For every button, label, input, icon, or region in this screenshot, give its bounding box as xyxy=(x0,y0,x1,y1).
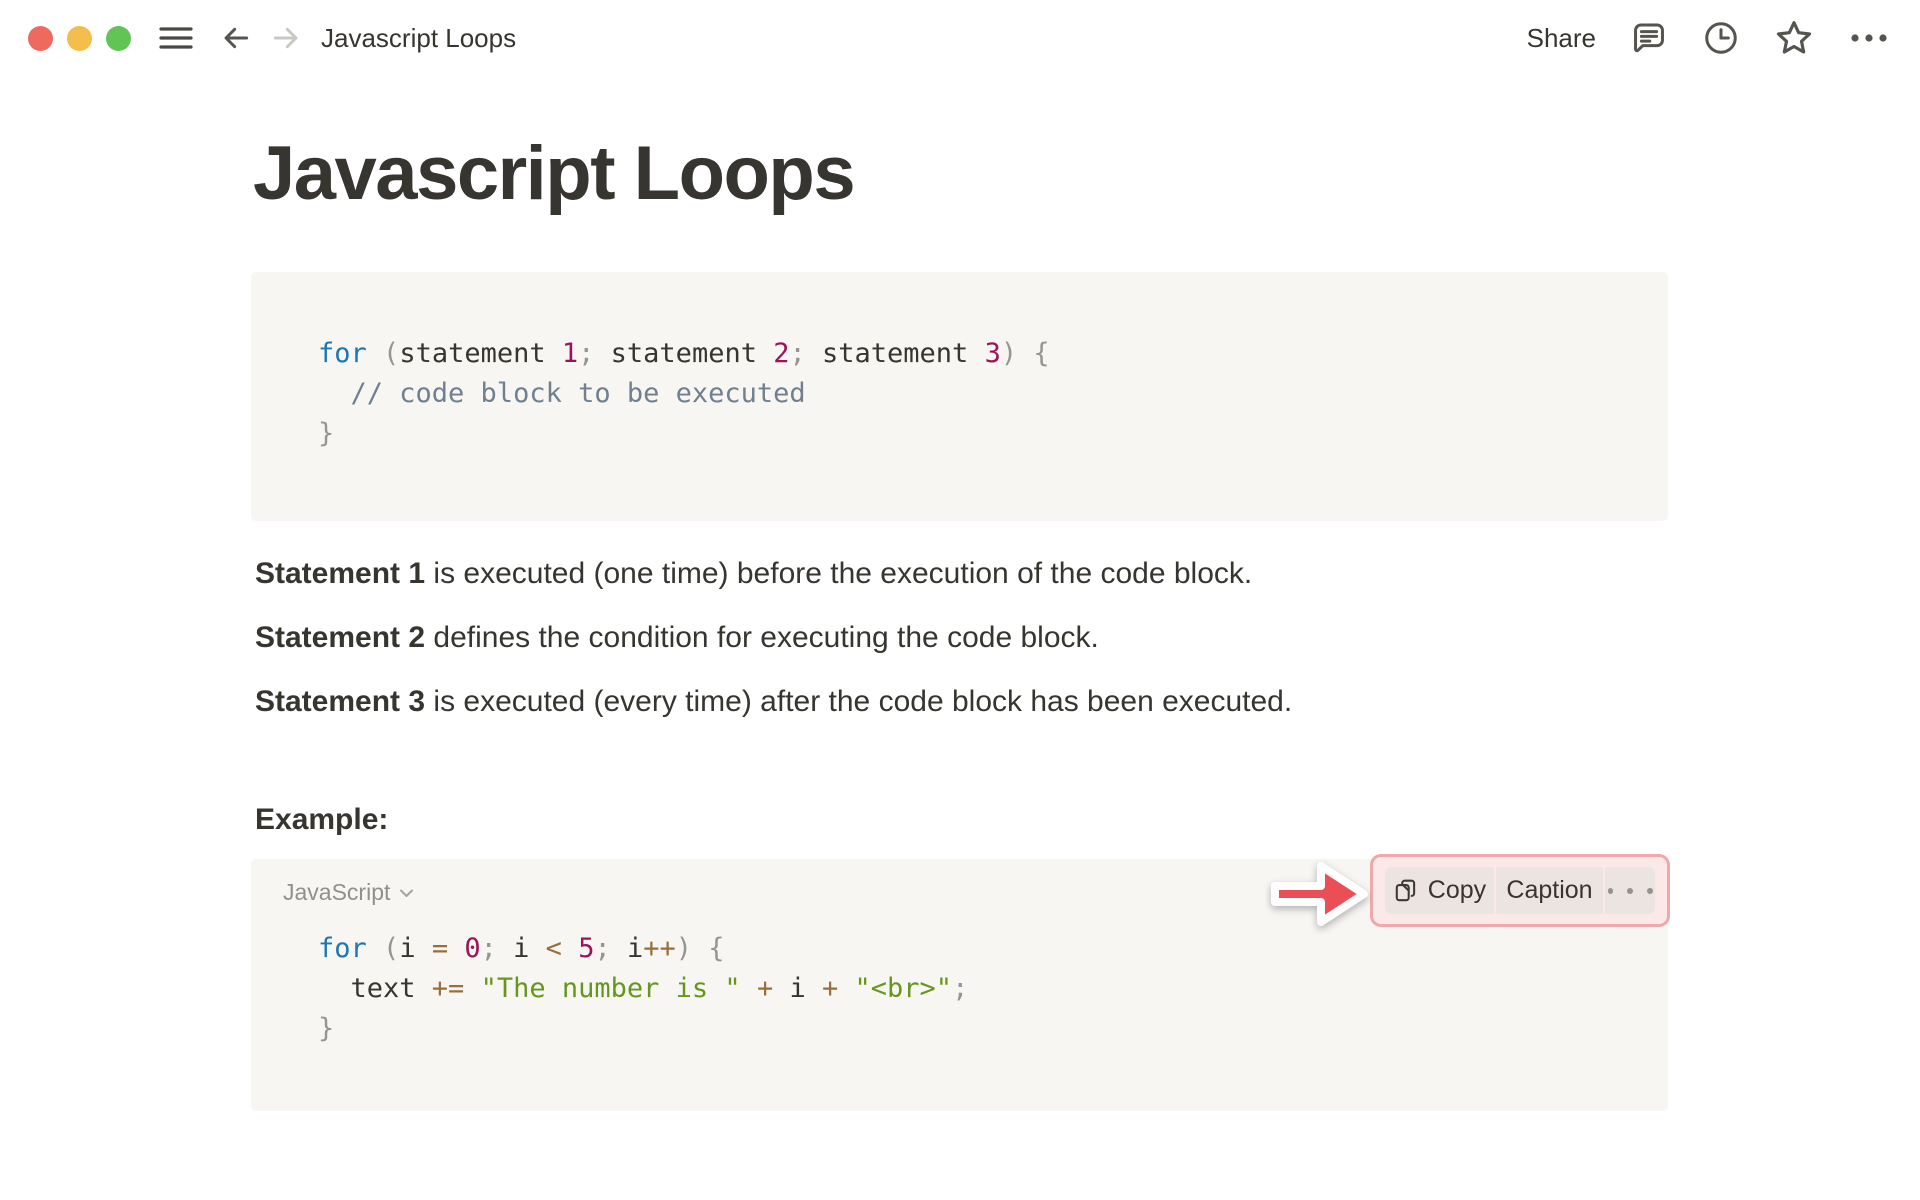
favorite-star-icon[interactable] xyxy=(1774,18,1814,58)
paragraph-text: defines the condition for executing the … xyxy=(425,621,1099,654)
ellipsis-dot xyxy=(1608,888,1614,894)
paragraph-text: is executed (every time) after the code … xyxy=(425,685,1292,718)
language-dropdown[interactable]: JavaScript xyxy=(283,879,414,906)
share-button[interactable]: Share xyxy=(1527,23,1596,54)
page-content: Javascript Loops for (statement 1; state… xyxy=(0,130,1920,1111)
copy-button[interactable]: Copy xyxy=(1385,867,1494,914)
hamburger-menu-icon[interactable] xyxy=(159,23,193,53)
breadcrumb-page-title[interactable]: Javascript Loops xyxy=(321,23,516,54)
forward-arrow-icon[interactable] xyxy=(269,22,303,54)
window-titlebar: Javascript Loops Share xyxy=(0,0,1920,76)
comments-icon[interactable] xyxy=(1630,19,1668,57)
code-content: for (statement 1; statement 2; statement… xyxy=(251,272,1668,510)
history-clock-icon[interactable] xyxy=(1702,19,1740,57)
copy-label: Copy xyxy=(1428,876,1486,905)
body-paragraphs: Statement 1 is executed (one time) befor… xyxy=(255,555,1920,721)
close-window-button[interactable] xyxy=(28,26,53,51)
paragraph-statement-3: Statement 3 is executed (every time) aft… xyxy=(255,683,1920,721)
back-arrow-icon[interactable] xyxy=(219,22,253,54)
bold-text: Statement 3 xyxy=(255,685,425,718)
caption-label: Caption xyxy=(1506,876,1592,905)
example-heading: Example: xyxy=(255,801,1920,839)
paragraph-text: is executed (one time) before the execut… xyxy=(425,557,1252,590)
ellipsis-dot xyxy=(1627,888,1633,894)
language-label: JavaScript xyxy=(283,879,390,906)
bold-text: Statement 1 xyxy=(255,557,425,590)
code-hover-toolbar: Copy Caption xyxy=(1370,854,1670,927)
ellipsis-dot xyxy=(1647,888,1653,894)
traffic-lights xyxy=(28,26,131,51)
page-title: Javascript Loops xyxy=(253,130,1920,218)
code-block-example[interactable]: JavaScript for (i = 0; i < 5; i++) { tex… xyxy=(251,859,1668,1111)
minimize-window-button[interactable] xyxy=(67,26,92,51)
copy-icon xyxy=(1393,878,1419,904)
annotation-arrow-icon xyxy=(1265,853,1371,935)
paragraph-statement-2: Statement 2 defines the condition for ex… xyxy=(255,619,1920,657)
bold-text: Statement 2 xyxy=(255,621,425,654)
paragraph-statement-1: Statement 1 is executed (one time) befor… xyxy=(255,555,1920,593)
caption-button[interactable]: Caption xyxy=(1496,867,1603,914)
code-block-syntax[interactable]: for (statement 1; statement 2; statement… xyxy=(251,272,1668,521)
more-options-button[interactable] xyxy=(1605,867,1655,914)
chevron-down-icon xyxy=(399,888,414,898)
more-ellipsis-icon[interactable] xyxy=(1848,19,1890,57)
zoom-window-button[interactable] xyxy=(106,26,131,51)
